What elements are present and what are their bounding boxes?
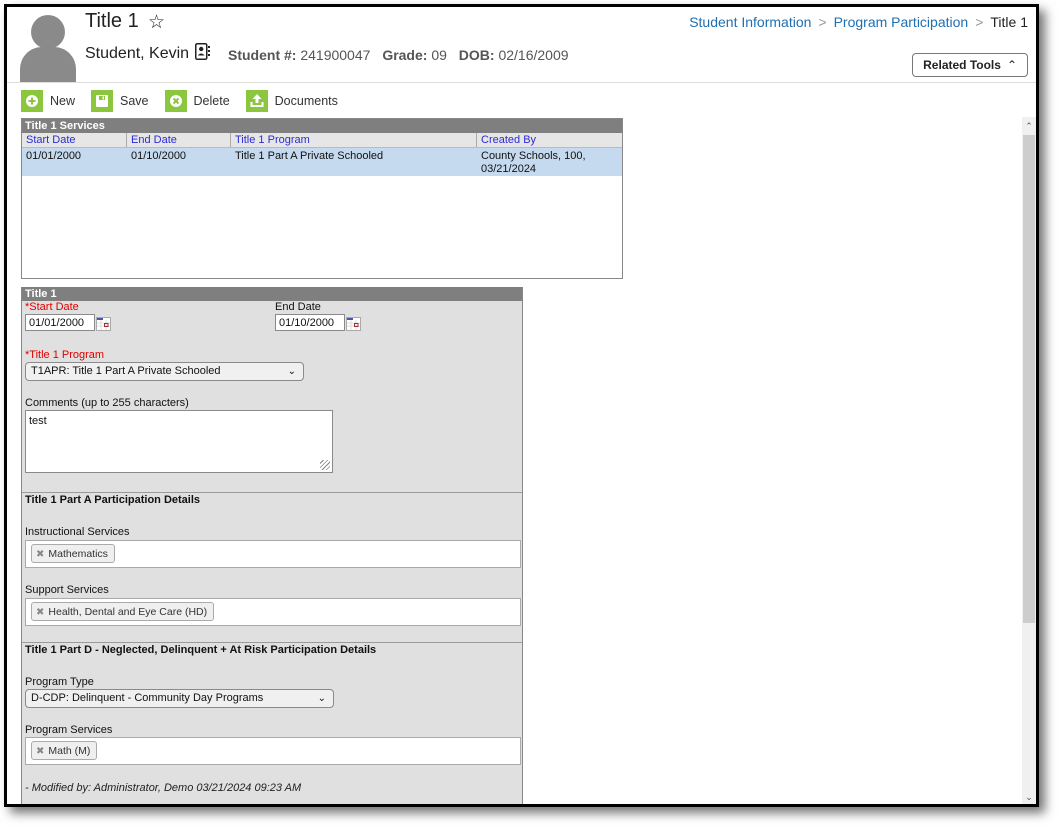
program-type-select[interactable]: D-CDP: Delinquent - Community Day Progra… [25, 689, 334, 708]
support-services-label: Support Services [25, 584, 109, 596]
chevron-down-icon: ⌄ [317, 693, 326, 704]
student-number: 241900047 [300, 47, 371, 63]
title1-services-grid: Title 1 Services Start Date End Date Tit… [21, 118, 623, 279]
vertical-scrollbar[interactable]: ⌃ ⌄ [1022, 117, 1036, 804]
student-meta: Student #: 241900047 Grade: 09 DOB: 02/1… [228, 47, 569, 63]
comments-value: test [29, 415, 47, 427]
breadcrumb-program-participation[interactable]: Program Participation [834, 14, 969, 30]
delete-label: Delete [193, 94, 230, 108]
scroll-up-icon[interactable]: ⌃ [1022, 119, 1036, 133]
chip-label: Health, Dental and Eye Care (HD) [48, 606, 208, 618]
resize-handle[interactable] [320, 460, 330, 470]
x-circle-icon [164, 90, 187, 112]
section-divider [22, 642, 522, 643]
chevron-down-icon: ⌄ [287, 366, 296, 377]
end-date-label: End Date [275, 301, 321, 313]
chevron-up-icon: ⌃ [1006, 58, 1017, 72]
action-toolbar: New Save Delete Documents [21, 88, 354, 114]
plus-circle-icon [21, 90, 43, 112]
related-tools-button[interactable]: Related Tools ⌃ [912, 53, 1028, 77]
documents-button[interactable]: Documents [245, 90, 338, 112]
upload-icon [245, 90, 268, 112]
student-name: Student, Kevin [85, 45, 190, 62]
new-label: New [50, 94, 76, 108]
title1-detail-form: Title 1 *Start Date 01/01/2000 End Date … [21, 287, 523, 804]
dob-value: 02/16/2009 [498, 47, 569, 63]
column-header-start-date[interactable]: Start Date [22, 133, 127, 147]
part-a-section-title: Title 1 Part A Participation Details [25, 494, 201, 506]
program-services-multiselect[interactable]: ✖ Math (M) [25, 737, 521, 765]
remove-chip-icon[interactable]: ✖ [36, 549, 44, 560]
title1-program-select[interactable]: T1APR: Title 1 Part A Private Schooled ⌄ [25, 362, 304, 381]
save-label: Save [120, 94, 149, 108]
chip-label: Math (M) [48, 745, 91, 757]
delete-button[interactable]: Delete [164, 90, 230, 112]
grade-value: 09 [431, 47, 447, 63]
scroll-down-icon[interactable]: ⌄ [1022, 790, 1036, 804]
program-type-value: D-CDP: Delinquent - Community Day Progra… [31, 692, 264, 704]
grid-header-row: Start Date End Date Title 1 Program Crea… [22, 133, 622, 148]
column-header-created-by[interactable]: Created By [477, 133, 622, 147]
cell-created-by: County Schools, 100, 03/21/2024 [477, 148, 622, 176]
comments-label: Comments (up to 255 characters) [25, 397, 189, 409]
favorite-star-icon[interactable]: ☆ [148, 11, 165, 34]
cell-program: Title 1 Part A Private Schooled [235, 150, 384, 162]
instructional-services-multiselect[interactable]: ✖ Mathematics [25, 540, 521, 568]
program-type-label: Program Type [25, 676, 94, 688]
breadcrumb-separator-icon: > [818, 14, 827, 30]
part-d-section-title: Title 1 Part D - Neglected, Delinquent +… [25, 644, 377, 656]
form-caption: Title 1 [22, 287, 522, 301]
app-window: Title 1 ☆ Student, Kevin Student #: 2419… [4, 4, 1039, 807]
program-services-label: Program Services [25, 724, 113, 736]
breadcrumb-student-information[interactable]: Student Information [689, 14, 811, 30]
header-divider [7, 82, 1036, 83]
start-date-label: *Start Date [25, 301, 79, 313]
title1-program-label: *Title 1 Program [25, 349, 105, 361]
documents-label: Documents [274, 94, 338, 108]
calendar-icon[interactable] [96, 317, 111, 331]
end-date-input[interactable]: 01/10/2000 [275, 314, 345, 331]
related-tools-label: Related Tools [923, 58, 1001, 72]
grid-caption: Title 1 Services [22, 119, 622, 133]
new-button[interactable]: New [21, 90, 75, 112]
remove-chip-icon[interactable]: ✖ [36, 607, 44, 618]
breadcrumb-separator-icon: > [975, 14, 984, 30]
calendar-icon[interactable] [346, 317, 361, 331]
scrollbar-thumb[interactable] [1023, 135, 1035, 623]
breadcrumb-current: Title 1 [990, 14, 1028, 30]
created-by-line2: 03/21/2024 [481, 163, 537, 175]
save-button[interactable]: Save [91, 90, 149, 112]
remove-chip-icon[interactable]: ✖ [36, 746, 44, 757]
page-title: Title 1 [85, 10, 139, 32]
section-divider [22, 492, 522, 493]
cell-end-date: 01/10/2000 [131, 150, 187, 162]
breadcrumb: Student Information > Program Participatio… [689, 14, 1028, 30]
chip-health-dental-eye-care: ✖ Health, Dental and Eye Care (HD) [31, 602, 215, 621]
column-header-end-date[interactable]: End Date [127, 133, 231, 147]
chip-mathematics: ✖ Mathematics [31, 544, 115, 563]
cell-start-date: 01/01/2000 [26, 150, 82, 162]
content-area: Title 1 Services Start Date End Date Tit… [7, 117, 1017, 804]
floppy-disk-icon [91, 90, 114, 112]
created-by-line1: County Schools, 100, [481, 150, 586, 162]
student-avatar [20, 11, 76, 83]
table-row[interactable]: 01/01/2000 01/10/2000 Title 1 Part A Pri… [22, 148, 622, 176]
instructional-services-label: Instructional Services [25, 526, 130, 538]
start-date-input[interactable]: 01/01/2000 [25, 314, 95, 331]
modified-by-text: - Modified by: Administrator, Demo 03/21… [25, 782, 302, 794]
dob-label: DOB: [458, 47, 495, 63]
chip-math-m: ✖ Math (M) [31, 741, 98, 760]
title1-program-value: T1APR: Title 1 Part A Private Schooled [31, 365, 221, 377]
grade-label: Grade: [382, 47, 428, 63]
support-services-multiselect[interactable]: ✖ Health, Dental and Eye Care (HD) [25, 598, 521, 626]
chip-label: Mathematics [48, 548, 108, 560]
contact-card-icon[interactable] [195, 43, 210, 60]
student-number-label: Student #: [228, 47, 297, 63]
comments-textarea[interactable]: test [25, 410, 333, 473]
column-header-title1-program[interactable]: Title 1 Program [231, 133, 477, 147]
